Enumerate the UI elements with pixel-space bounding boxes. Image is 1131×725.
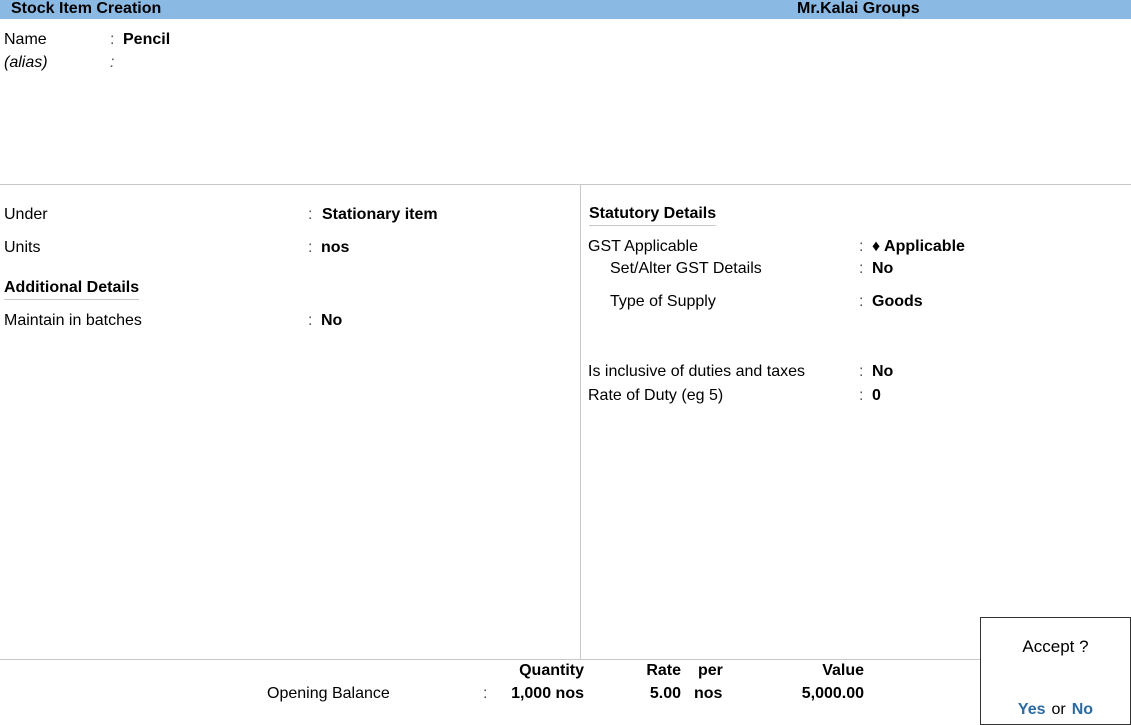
rate-of-duty-field[interactable]: 0 [872,387,881,405]
opening-quantity-field[interactable]: 1,000 nos [484,685,584,703]
type-of-supply-colon: : [859,293,864,310]
set-alter-gst-label: Set/Alter GST Details [610,260,762,277]
inclusive-duties-field[interactable]: No [872,363,893,381]
opening-per-field[interactable]: nos [694,685,722,703]
window-title: Stock Item Creation [11,0,162,17]
additional-details-heading: Additional Details [4,279,140,300]
gst-applicable-label: GST Applicable [588,238,698,255]
opening-value-field[interactable]: 5,000.00 [764,685,864,703]
type-of-supply-label: Type of Supply [610,293,716,310]
name-label: Name [4,31,47,48]
batches-label: Maintain in batches [4,312,142,329]
footer-divider [0,659,980,660]
value-header: Value [822,662,864,679]
under-label: Under [4,206,48,223]
under-field[interactable]: Stationary item [322,206,438,224]
batches-colon: : [308,312,313,329]
set-alter-gst-field[interactable]: No [872,260,893,278]
alias-colon: : [110,54,115,71]
opening-balance-label: Opening Balance [267,685,390,702]
accept-question: Accept ? [1022,637,1089,656]
units-colon: : [308,239,313,256]
name-colon: : [110,31,115,48]
statutory-details-heading: Statutory Details [589,205,717,226]
batches-field[interactable]: No [321,312,342,330]
accept-dialog: Accept ? Yes or No [980,617,1131,725]
rate-header: Rate [646,662,681,679]
inclusive-duties-colon: : [859,363,864,380]
opening-rate-field[interactable]: 5.00 [601,685,681,703]
title-bar [0,0,1131,19]
units-field[interactable]: nos [321,239,349,257]
rate-of-duty-colon: : [859,387,864,404]
company-name: Mr.Kalai Groups [797,0,920,17]
accept-or-text: or [1051,701,1066,718]
alias-label: (alias) [4,54,48,71]
name-field[interactable]: Pencil [123,31,170,49]
column-divider [580,184,581,659]
set-alter-gst-colon: : [859,260,864,277]
section-divider [0,184,1131,185]
accept-options: Yes or No [981,701,1130,719]
gst-applicable-field[interactable]: ♦ Applicable [872,238,965,256]
accept-yes-button[interactable]: Yes [1018,701,1046,718]
type-of-supply-field[interactable]: Goods [872,293,923,311]
inclusive-duties-label: Is inclusive of duties and taxes [588,363,806,380]
per-header: per [698,662,723,679]
quantity-header: Quantity [519,662,584,679]
rate-of-duty-label: Rate of Duty (eg 5) [588,387,724,404]
under-colon: : [308,206,313,223]
gst-applicable-colon: : [859,238,864,255]
units-label: Units [4,239,41,256]
accept-no-button[interactable]: No [1072,701,1093,718]
